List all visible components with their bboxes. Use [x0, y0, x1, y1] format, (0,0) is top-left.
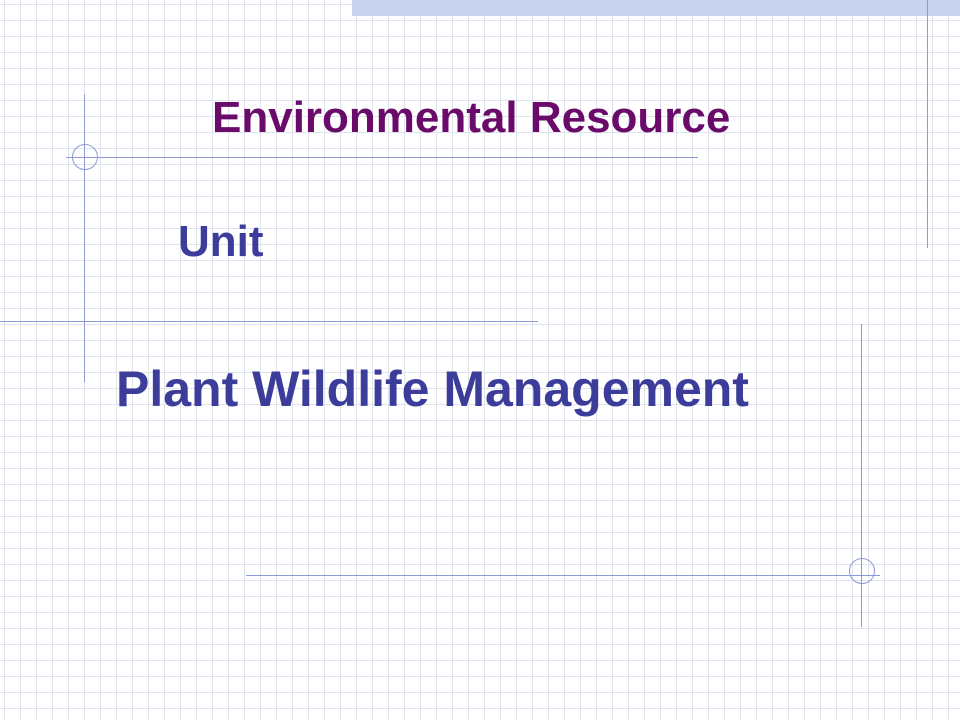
decor-circle-bottom-right: [849, 558, 875, 584]
slide-title-line-2: Unit: [178, 217, 264, 266]
decor-line-left-vertical: [84, 94, 86, 382]
decor-line-mid-horizontal: [0, 321, 538, 323]
decor-line-right-vertical: [927, 0, 929, 248]
decor-circle-top-left: [72, 144, 98, 170]
slide-subtitle: Plant Wildlife Management: [116, 361, 749, 417]
top-accent-bar: [352, 0, 960, 16]
decor-line-bottom-horizontal: [246, 575, 880, 577]
decor-line-top-horizontal: [66, 157, 698, 159]
slide-title-line-1: Environmental Resource: [212, 93, 731, 142]
slide: Environmental Resource Unit Plant Wildli…: [0, 0, 960, 720]
